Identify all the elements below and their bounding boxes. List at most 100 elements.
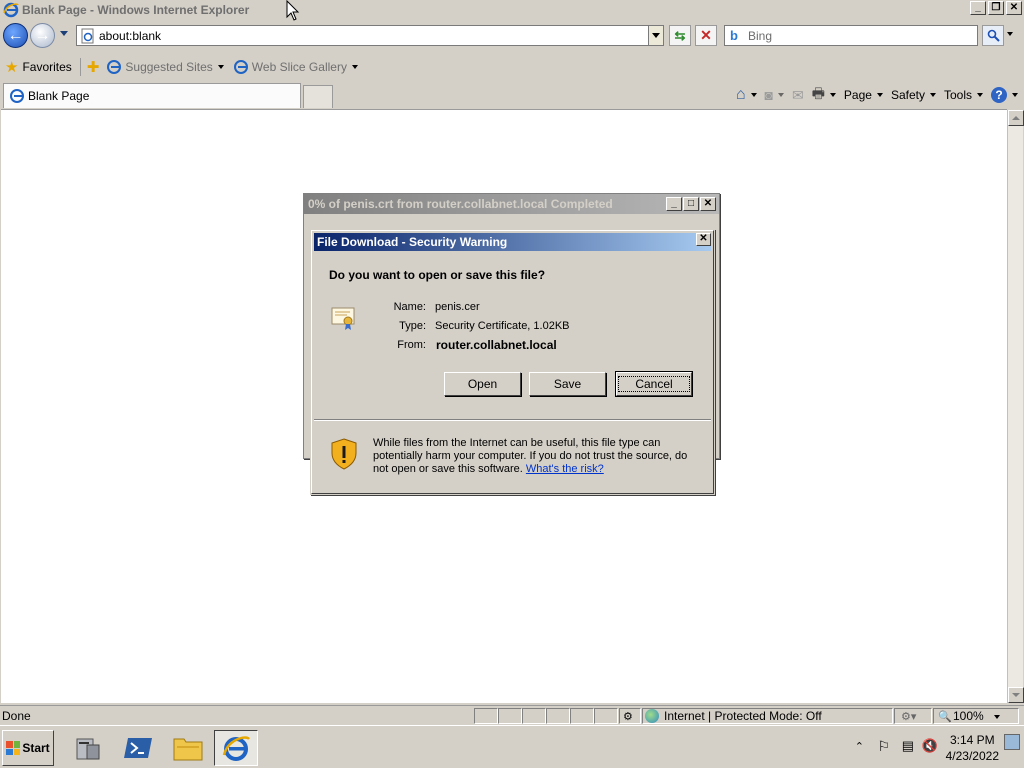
safety-menu[interactable]: Safety <box>891 88 936 102</box>
forward-button[interactable]: → <box>30 23 55 48</box>
minimize-button[interactable]: _ <box>970 1 986 15</box>
network-icon[interactable]: ▤ <box>902 738 914 754</box>
scroll-up-arrow[interactable] <box>1008 110 1024 126</box>
open-button[interactable]: Open <box>444 372 521 396</box>
status-cell <box>498 708 522 724</box>
home-button[interactable]: ⌂ <box>736 86 757 104</box>
server-manager-taskbar-button[interactable] <box>66 730 110 766</box>
progress-window-title: 0% of penis.crt from router.collabnet.lo… <box>304 194 719 214</box>
protected-mode-cell[interactable]: ⚙▾ <box>894 708 932 724</box>
search-options-dropdown[interactable] <box>1007 32 1013 36</box>
search-box[interactable]: b Bing <box>724 25 978 46</box>
internet-explorer-taskbar-button[interactable] <box>214 730 258 766</box>
status-cell <box>570 708 594 724</box>
folder-icon <box>173 738 203 761</box>
home-icon: ⌂ <box>735 86 746 103</box>
tab-blank-page[interactable]: Blank Page <box>3 83 301 108</box>
web-slice-gallery-label: Web Slice Gallery <box>251 60 347 74</box>
refresh-button[interactable]: ⇆ <box>669 25 691 46</box>
window-title: Blank Page - Windows Internet Explorer <box>22 2 250 17</box>
start-button[interactable]: Start <box>2 730 54 766</box>
save-button-label: Save <box>553 377 582 391</box>
restore-button[interactable]: ❐ <box>988 1 1004 15</box>
read-mail-button[interactable]: ✉ <box>792 87 804 104</box>
favorites-bar: ★ Favorites ✚ Suggested Sites Web Slice … <box>0 54 1024 80</box>
chevron-down-icon[interactable] <box>994 715 1000 719</box>
favorites-label: Favorites <box>22 60 72 74</box>
web-slice-gallery-link[interactable]: Web Slice Gallery <box>233 60 358 74</box>
type-label: Type: <box>399 320 426 332</box>
status-cell <box>594 708 618 724</box>
whats-the-risk-link[interactable]: What's the risk? <box>526 463 604 475</box>
page-menu[interactable]: Page <box>844 88 883 102</box>
close-button[interactable]: ✕ <box>700 197 716 211</box>
globe-icon <box>645 709 659 723</box>
start-label: Start <box>22 741 50 755</box>
chevron-down-icon <box>1012 93 1018 97</box>
vertical-scrollbar[interactable] <box>1007 110 1024 703</box>
clock-date: 4/23/2022 <box>945 749 999 763</box>
security-warning-text: While files from the Internet can be use… <box>373 437 703 476</box>
from-value: router.collabnet.local <box>436 338 557 352</box>
print-button[interactable]: 🖶 <box>812 83 836 107</box>
clock-time: 3:14 PM <box>949 733 995 747</box>
chevron-down-icon <box>777 93 784 97</box>
taskbar-clock[interactable]: 3:14 PM 4/23/2022 <box>946 732 999 764</box>
chevron-down-icon <box>351 65 358 69</box>
help-menu[interactable]: ? <box>991 87 1018 103</box>
show-desktop-button[interactable] <box>1004 734 1020 750</box>
chevron-down-icon <box>829 93 836 97</box>
ie-icon <box>222 736 250 761</box>
explorer-taskbar-button[interactable] <box>166 730 210 766</box>
ie-page-icon <box>107 60 122 74</box>
security-zone-text: Internet | Protected Mode: Off <box>664 709 822 723</box>
minimize-button[interactable]: _ <box>666 197 682 211</box>
chevron-down-icon <box>217 65 224 69</box>
feeds-button[interactable]: ◙ <box>765 87 784 103</box>
dialog-question: Do you want to open or save this file? <box>329 268 546 282</box>
stop-button[interactable]: ✕ <box>695 25 717 46</box>
title-bar: Blank Page - Windows Internet Explorer _… <box>0 0 1024 19</box>
search-icon <box>987 29 1000 42</box>
status-cell <box>546 708 570 724</box>
recent-pages-dropdown[interactable] <box>60 31 68 36</box>
search-placeholder[interactable]: Bing <box>748 29 772 43</box>
tools-menu[interactable]: Tools <box>944 88 983 102</box>
back-button[interactable]: ← <box>3 23 28 48</box>
status-cell <box>474 708 498 724</box>
scroll-down-arrow[interactable] <box>1008 687 1024 703</box>
address-bar[interactable]: about:blank <box>76 25 664 46</box>
close-button[interactable]: ✕ <box>1006 1 1022 15</box>
save-button[interactable]: Save <box>529 372 606 396</box>
page-icon <box>81 28 94 43</box>
powershell-taskbar-button[interactable] <box>116 730 160 766</box>
search-button[interactable] <box>982 25 1004 46</box>
add-to-favorites-bar-icon[interactable]: ✚ <box>87 58 100 76</box>
suggested-sites-link[interactable]: Suggested Sites <box>107 60 224 74</box>
maximize-button[interactable]: □ <box>683 197 699 211</box>
type-value: Security Certificate, 1.02KB <box>435 320 570 332</box>
dialog-close-button[interactable]: ✕ <box>696 233 711 246</box>
warning-shield-icon <box>331 438 357 470</box>
show-hidden-icons-button[interactable]: ⌃ <box>855 740 864 753</box>
favorites-button[interactable]: ★ Favorites <box>5 58 72 76</box>
name-label: Name: <box>393 301 426 313</box>
progress-window-controls: _ □ ✕ <box>666 197 716 211</box>
mouse-cursor-icon <box>286 0 300 21</box>
zoom-level[interactable]: 100% <box>953 709 984 723</box>
command-bar: ⌂ ◙ ✉ 🖶 Page Safety Tools ? <box>736 85 1018 105</box>
cancel-button-label: Cancel <box>618 376 690 392</box>
popup-blocker-icon[interactable]: ⚙ <box>623 711 633 723</box>
action-center-flag-icon[interactable]: ⚐ <box>877 738 890 755</box>
new-tab-button[interactable] <box>303 85 333 108</box>
zoom-icon: 🔍 <box>938 711 952 723</box>
open-button-label: Open <box>467 377 498 391</box>
address-text[interactable]: about:blank <box>99 29 161 43</box>
chevron-down-icon <box>750 93 757 97</box>
volume-muted-icon[interactable]: 🔇 <box>922 738 938 754</box>
address-dropdown-button[interactable] <box>648 26 663 45</box>
status-text: Done <box>2 709 31 723</box>
powershell-icon <box>124 738 152 758</box>
cancel-button[interactable]: Cancel <box>615 371 693 397</box>
star-icon: ★ <box>5 59 19 76</box>
